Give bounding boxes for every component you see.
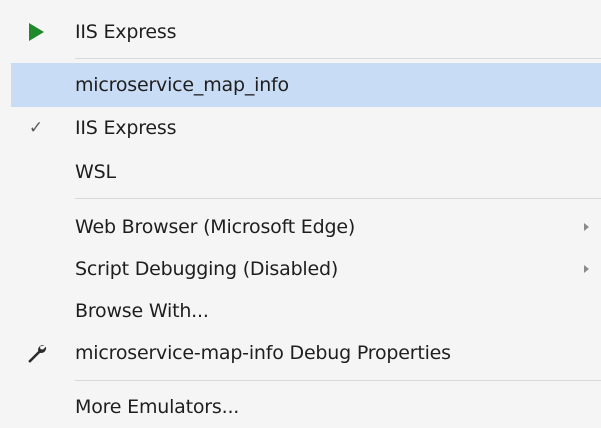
menu-item-label: Script Debugging (Disabled) (75, 258, 339, 280)
wrench-icon (25, 342, 47, 364)
debug-target-dropdown-menu: IIS Express microservice_map_info ✓ IIS … (0, 0, 601, 428)
menu-item-label: IIS Express (75, 21, 177, 43)
checkmark-icon: ✓ (25, 117, 47, 139)
menu-separator (75, 58, 601, 59)
menu-item-web-browser[interactable]: Web Browser (Microsoft Edge) (11, 205, 601, 249)
menu-item-browse-with[interactable]: Browse With... (11, 289, 601, 333)
menu-item-more-emulators[interactable]: More Emulators... (11, 385, 601, 428)
menu-separator (75, 198, 601, 199)
menu-item-profile-iis-express[interactable]: ✓ IIS Express (11, 106, 601, 150)
menu-item-profile-wsl[interactable]: WSL (11, 150, 601, 194)
chevron-right-icon (584, 265, 589, 273)
menu-item-profile-microservice-map-info[interactable]: microservice_map_info (11, 63, 601, 107)
menu-item-label: WSL (75, 161, 116, 183)
chevron-right-icon (584, 223, 589, 231)
menu-item-label: microservice-map-info Debug Properties (75, 342, 451, 364)
menu-item-label: microservice_map_info (75, 74, 289, 96)
menu-item-debug-properties[interactable]: microservice-map-info Debug Properties (11, 331, 601, 375)
menu-separator (75, 380, 601, 381)
menu-item-label: IIS Express (75, 117, 177, 139)
play-icon (25, 21, 47, 43)
menu-item-label: Web Browser (Microsoft Edge) (75, 216, 356, 238)
menu-item-label: More Emulators... (75, 396, 240, 418)
menu-item-script-debugging[interactable]: Script Debugging (Disabled) (11, 247, 601, 291)
checkmark-glyph: ✓ (28, 117, 44, 138)
menu-item-run-iis-express[interactable]: IIS Express (11, 10, 601, 54)
menu-item-label: Browse With... (75, 300, 209, 322)
